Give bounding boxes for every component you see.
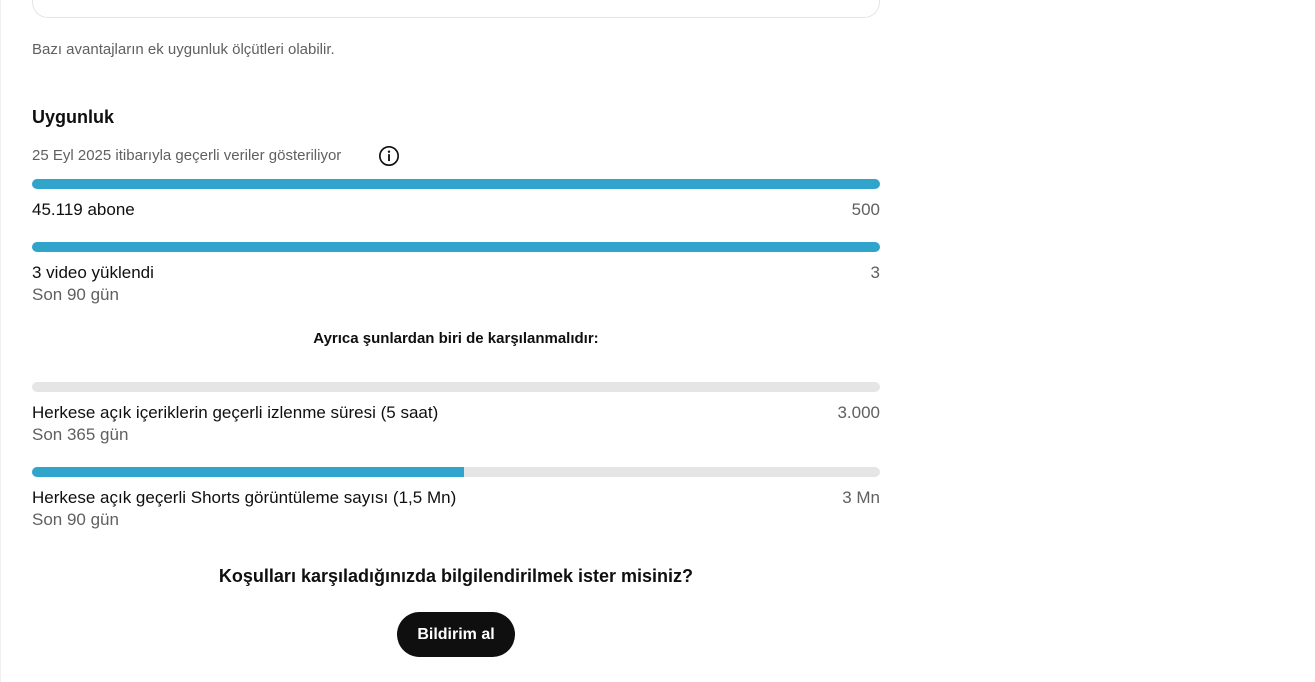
info-icon[interactable]: [378, 145, 400, 167]
subscribers-label: 45.119 abone: [32, 200, 135, 219]
benefits-card: [32, 0, 880, 18]
shorts-views-label: Herkese açık geçerli Shorts görüntüleme …: [32, 488, 457, 507]
additional-requirement-heading: Ayrıca şunlardan biri de karşılanmalıdır…: [313, 330, 599, 347]
watch-hours-label: Herkese açık içeriklerin geçerli izlenme…: [32, 403, 439, 422]
shorts-views-progress-bar: [32, 467, 880, 477]
section-title: Uygunluk: [32, 107, 115, 127]
eligibility-page: Bazı avantajların ek uygunluk ölçütleri …: [0, 0, 1315, 682]
watch-hours-target: 3.000: [837, 403, 880, 422]
subscribers-target: 500: [851, 200, 880, 219]
get-notified-button[interactable]: Bildirim al: [397, 612, 515, 657]
shorts-views-period: Son 90 gün: [32, 510, 119, 529]
eligibility-note: Bazı avantajların ek uygunluk ölçütleri …: [32, 41, 335, 58]
data-date-text: 25 Eyl 2025 itibarıyla geçerli veriler g…: [32, 147, 342, 164]
progress-fill: [32, 242, 880, 252]
uploads-progress-bar: [32, 242, 880, 252]
subscribers-progress-bar: [32, 179, 880, 189]
uploads-label: 3 video yüklendi: [32, 263, 154, 282]
progress-fill: [32, 467, 465, 477]
shorts-views-target: 3 Mn: [842, 488, 880, 507]
uploads-period: Son 90 gün: [32, 285, 119, 304]
watch-hours-progress-bar: [32, 382, 880, 392]
notify-question: Koşulları karşıladığınızda bilgilendiril…: [218, 566, 694, 586]
progress-fill: [32, 179, 880, 189]
left-divider: [0, 0, 1, 682]
watch-hours-period: Son 365 gün: [32, 425, 129, 444]
uploads-target: 3: [870, 263, 880, 282]
